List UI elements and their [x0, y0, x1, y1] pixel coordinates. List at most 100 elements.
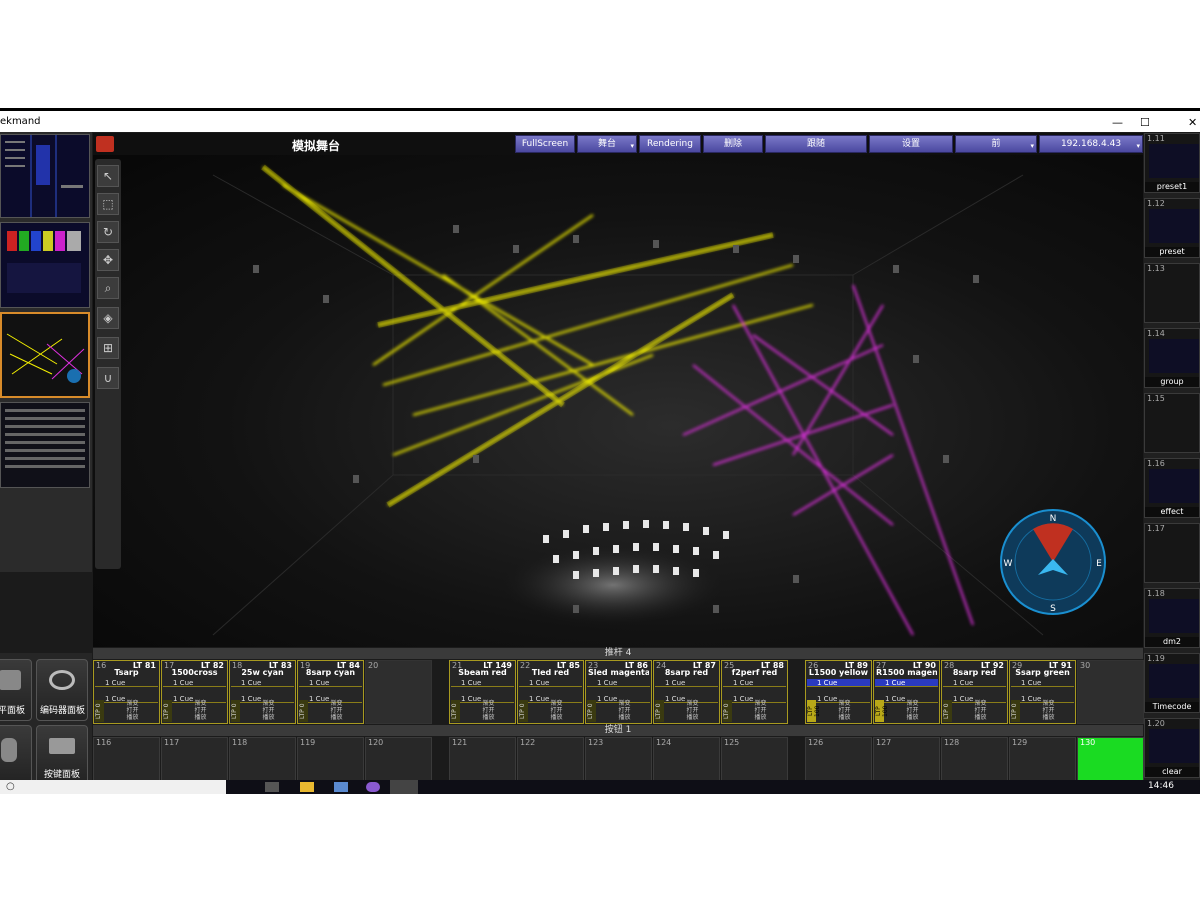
playback-cell[interactable]: 28 LT 92 8sarp red 1 Cue 1 Cue LTP 0 渐变 打开 播放 — [941, 660, 1008, 724]
playback-cell[interactable]: 16 LT 81 Tsarp 1 Cue 1 Cue LTP 0 渐变 打开 播放 — [93, 660, 160, 724]
follow-button[interactable]: 跟随 — [765, 135, 867, 153]
playback-controls[interactable]: 渐变 打开 播放 — [532, 700, 581, 722]
taskview-icon[interactable] — [265, 782, 279, 792]
playback-controls[interactable]: 渐变 打开 播放 — [108, 700, 157, 722]
button-cell[interactable]: 120 — [365, 737, 432, 781]
window-titlebar: ekmand — ☐ ✕ — [0, 108, 1200, 132]
button-cell[interactable]: 127 — [873, 737, 940, 781]
playback-empty[interactable]: 30 — [1077, 660, 1144, 724]
select-arrow-icon[interactable]: ↖ — [97, 165, 119, 187]
playback-controls[interactable]: 渐变 打开 播放 — [176, 700, 225, 722]
view-slot[interactable]: 1.18 dm2 — [1144, 588, 1200, 648]
ltp-badge: LTP 0 — [299, 700, 308, 722]
view-slot[interactable]: 1.14 group — [1144, 328, 1200, 388]
button-cell[interactable]: 118 — [229, 737, 296, 781]
view-slot[interactable]: 1.20 clear — [1144, 718, 1200, 778]
playback-cell[interactable]: 27 LT 90 R1500 magent 1 Cue 1 Cue LTP 100 渐变 打开… — [873, 660, 940, 724]
screen-thumbnail-1[interactable] — [0, 134, 90, 218]
playback-cell[interactable]: 18 LT 83 25w cyan 1 Cue 1 Cue LTP 0 渐变 打开 播放 — [229, 660, 296, 724]
minimize-button[interactable]: — — [1112, 116, 1123, 129]
playback-cell[interactable]: 23 LT 86 Sled magenta 1 Cue 1 Cue LTP 0 渐变 打开 播放 — [585, 660, 652, 724]
button-cell[interactable]: 121 — [449, 737, 516, 781]
button-cell[interactable]: 116 — [93, 737, 160, 781]
playback-cell[interactable]: 22 LT 85 Tled red 1 Cue 1 Cue LTP 0 渐变 打开 播放 — [517, 660, 584, 724]
playback-controls[interactable]: 渐变 打开 播放 — [668, 700, 717, 722]
button-cell[interactable]: 130 — [1077, 737, 1144, 781]
view-slot[interactable]: 1.19 Timecode — [1144, 653, 1200, 713]
view-number: 1.18 — [1147, 589, 1165, 598]
playback-controls[interactable]: 渐变 打开 播放 — [312, 700, 361, 722]
view-slot[interactable]: 1.17 — [1144, 523, 1200, 583]
control-label: 渐变 — [754, 700, 767, 707]
delete-button[interactable]: 删除 — [703, 135, 763, 153]
control-label: 渐变 — [262, 700, 275, 707]
playback-cell[interactable]: 19 LT 84 8sarp cyan 1 Cue 1 Cue LTP 0 渐变 打开 播放 — [297, 660, 364, 724]
ip-address-label: 192.168.4.43 — [1060, 139, 1122, 149]
playback-controls[interactable]: 渐变 打开 播放 — [1024, 700, 1073, 722]
rendering-button[interactable]: Rendering — [639, 135, 701, 153]
view-slot[interactable]: 1.16 effect — [1144, 458, 1200, 518]
playback-controls[interactable]: 渐变 打开 播放 — [820, 700, 869, 722]
screen-thumbnail-4[interactable] — [0, 402, 90, 488]
view-slot[interactable]: 1.13 — [1144, 263, 1200, 323]
view-slot[interactable]: 1.11 preset1 — [1144, 133, 1200, 193]
move-icon[interactable]: ✥ — [97, 249, 119, 271]
button-cell[interactable]: 128 — [941, 737, 1008, 781]
stage-menu-button[interactable]: 舞台 ▾ — [577, 135, 637, 153]
extra-panel-button[interactable] — [0, 725, 32, 787]
app-icon-2[interactable] — [366, 782, 380, 792]
zoom-icon[interactable]: ⌕ — [97, 277, 119, 299]
button-cell[interactable]: 123 — [585, 737, 652, 781]
playback-controls[interactable]: 渐变 打开 播放 — [956, 700, 1005, 722]
playback-empty[interactable]: 20 — [365, 660, 432, 724]
playback-controls[interactable]: 渐变 打开 播放 — [600, 700, 649, 722]
box-select-icon[interactable]: ⬚ — [97, 193, 119, 215]
button-cell[interactable]: 126 — [805, 737, 872, 781]
playback-controls[interactable]: 渐变 打开 播放 — [244, 700, 293, 722]
fader-page-bar[interactable]: 推杆 4 — [93, 648, 1143, 659]
playback-cell[interactable]: 25 LT 88 f2perf red 1 Cue 1 Cue LTP 0 渐变 打开 播放 — [721, 660, 788, 724]
magnet-icon[interactable]: ∪ — [97, 367, 119, 389]
playback-name: 8sarp red — [664, 668, 709, 677]
playback-cell[interactable]: 17 LT 82 1500cross 1 Cue 1 Cue LTP 0 渐变 打开 播放 — [161, 660, 228, 724]
playback-cell[interactable]: 26 LT 89 L1500 yellow 1 Cue 1 Cue LTP 100 渐变 打开… — [805, 660, 872, 724]
playback-cell[interactable]: 24 LT 87 8sarp red 1 Cue 1 Cue LTP 0 渐变 打开 播放 — [653, 660, 720, 724]
stage-3d-view[interactable]: ↖ ⬚ ↻ ✥ ⌕ ◈ ⊞ ∪ N S E W — [93, 155, 1143, 647]
button-cell[interactable]: 129 — [1009, 737, 1076, 781]
view-front-button[interactable]: 前 ▾ — [955, 135, 1037, 153]
view-slot[interactable]: 1.15 — [1144, 393, 1200, 453]
taskbar-search[interactable]: ○ — [0, 780, 226, 794]
playback-cell[interactable]: 29 LT 91 Ssarp green 1 Cue 1 Cue LTP 0 渐变 打开 播放 — [1009, 660, 1076, 724]
view-compass[interactable]: N S E W — [998, 507, 1108, 617]
maximize-button[interactable]: ☐ — [1140, 116, 1150, 129]
screen-thumbnail-2[interactable] — [0, 222, 90, 308]
button-cell[interactable]: 117 — [161, 737, 228, 781]
close-button[interactable]: ✕ — [1188, 116, 1197, 129]
button-cell[interactable]: 124 — [653, 737, 720, 781]
playback-controls[interactable]: 渐变 打开 播放 — [736, 700, 785, 722]
grid-icon[interactable]: ⊞ — [97, 337, 119, 359]
app-icon-active[interactable] — [390, 780, 418, 794]
settings-button[interactable]: 设置 — [869, 135, 953, 153]
button-page-bar[interactable]: 按钮 1 — [93, 725, 1143, 736]
control-label: 渐变 — [330, 700, 343, 707]
folder-icon[interactable] — [300, 782, 314, 792]
follow-label: 跟随 — [806, 139, 825, 149]
layers-icon[interactable]: ◈ — [97, 307, 119, 329]
app-icon-1[interactable] — [334, 782, 348, 792]
ip-address-button[interactable]: 192.168.4.43 ▾ — [1039, 135, 1143, 153]
playback-cell[interactable]: 21 LT 149 Sbeam red 1 Cue 1 Cue LTP 0 渐变 打开 播放 — [449, 660, 516, 724]
button-cell[interactable]: 119 — [297, 737, 364, 781]
playback-controls[interactable]: 渐变 打开 播放 — [888, 700, 937, 722]
view-number: 1.16 — [1147, 459, 1165, 468]
button-cell[interactable]: 122 — [517, 737, 584, 781]
button-cell[interactable]: 125 — [721, 737, 788, 781]
view-number: 1.12 — [1147, 199, 1165, 208]
screen-thumbnail-3-selected[interactable] — [0, 312, 90, 398]
playback-controls[interactable]: 渐变 打开 播放 — [464, 700, 513, 722]
view-slot[interactable]: 1.12 preset — [1144, 198, 1200, 258]
rotate-icon[interactable]: ↻ — [97, 221, 119, 243]
fullscreen-button[interactable]: FullScreen — [515, 135, 575, 153]
view-preview — [1149, 144, 1199, 178]
thumbnail-preview — [1, 223, 89, 307]
